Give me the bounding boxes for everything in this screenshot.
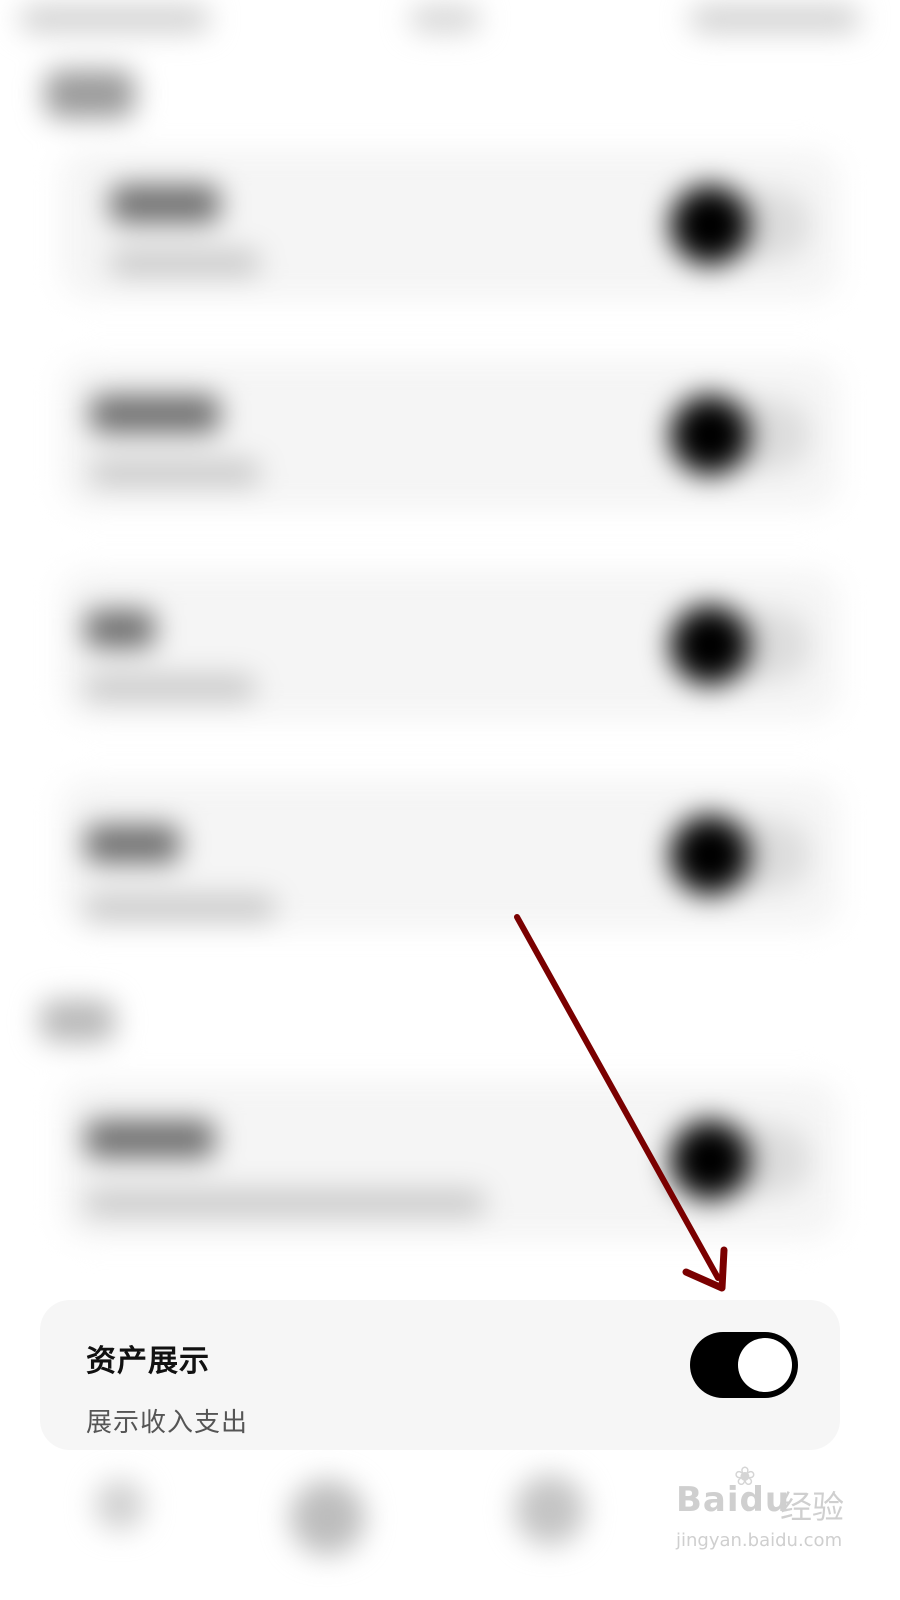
baidu-watermark: ❀ Baidu 经验 jingyan.baidu.com bbox=[676, 1462, 876, 1576]
watermark-product: 经验 bbox=[780, 1488, 845, 1526]
status-bar-right bbox=[690, 6, 860, 32]
settings-card-blurred bbox=[60, 150, 840, 300]
nav-icon-blurred bbox=[95, 1480, 145, 1530]
card-subtitle-blurred bbox=[85, 675, 255, 701]
toggle-knob bbox=[738, 1338, 792, 1392]
card-subtitle-blurred bbox=[90, 460, 260, 486]
toggle-knob-blurred bbox=[670, 185, 750, 265]
card-title-blurred bbox=[85, 825, 180, 863]
card-title-blurred bbox=[110, 185, 220, 223]
watermark-url: jingyan.baidu.com bbox=[676, 1530, 843, 1551]
card-subtitle-blurred bbox=[85, 895, 275, 921]
card-subtitle-blurred bbox=[85, 1190, 485, 1216]
toggle-knob-blurred bbox=[670, 605, 750, 685]
watermark-brand: Baidu bbox=[676, 1480, 791, 1520]
status-bar-left bbox=[20, 6, 210, 32]
section-header-blurred bbox=[40, 1000, 115, 1042]
card-title-blurred bbox=[85, 1120, 215, 1158]
toggle-knob-blurred bbox=[670, 395, 750, 475]
toggle-knob-blurred bbox=[670, 1120, 750, 1200]
setting-title: 资产展示 bbox=[86, 1344, 210, 1379]
settings-card-blurred bbox=[60, 570, 840, 720]
section-header-blurred bbox=[45, 70, 135, 118]
settings-card-blurred bbox=[60, 780, 840, 930]
card-title-blurred bbox=[85, 610, 155, 648]
status-bar-clock bbox=[410, 6, 480, 32]
settings-card-blurred bbox=[60, 360, 840, 510]
nav-icon-blurred bbox=[290, 1480, 365, 1555]
settings-card-blurred bbox=[60, 1080, 840, 1240]
setting-description: 展示收入支出 bbox=[86, 1408, 249, 1438]
card-subtitle-blurred bbox=[110, 250, 260, 276]
nav-icon-blurred bbox=[515, 1475, 585, 1545]
asset-display-toggle[interactable] bbox=[690, 1332, 798, 1398]
toggle-knob-blurred bbox=[670, 815, 750, 895]
card-title-blurred bbox=[90, 395, 220, 433]
